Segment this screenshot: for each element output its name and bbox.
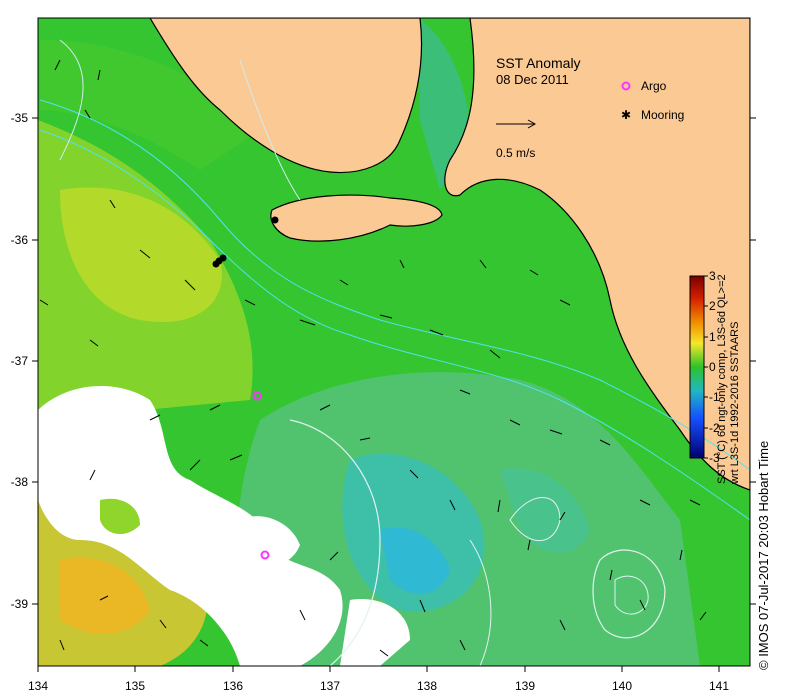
colorbar-tick-label: 2 [709, 299, 716, 313]
y-tick-label: -35 [11, 111, 29, 125]
mooring-marker [215, 257, 223, 265]
y-tick-label: -37 [11, 354, 29, 368]
x-axis: 134 135 136 137 138 139 140 141 [28, 666, 729, 693]
colorbar-title: SST (°C) 6d ngt-only comp, L3S-6d QL>=2 … [716, 244, 742, 484]
y-tick-label: -39 [11, 597, 29, 611]
imos-credit: © IMOS 07-Jul-2017 20:03 Hobart Time [756, 440, 771, 670]
colorbar-tick-label: 3 [709, 269, 716, 283]
map-date: 08 Dec 2011 [496, 72, 569, 87]
colorbar-tick-label: 1 [709, 330, 716, 344]
colorbar [689, 275, 705, 459]
map-title: SST Anomaly [496, 55, 581, 71]
x-tick-label: 135 [125, 679, 145, 693]
y-tick-label: -38 [11, 475, 29, 489]
legend-argo-label: Argo [641, 79, 667, 93]
x-tick-label: 138 [417, 679, 437, 693]
sst-map: 134 135 136 137 138 139 140 141 -35 -36 … [11, 17, 756, 693]
x-tick-label: 139 [515, 679, 535, 693]
x-tick-label: 134 [28, 679, 48, 693]
mooring-marker [271, 216, 279, 224]
legend-mooring-label: Mooring [641, 108, 684, 122]
x-tick-label: 137 [320, 679, 340, 693]
scale-label: 0.5 m/s [496, 146, 535, 160]
colorbar-title-line1: SST (°C) 6d ngt-only comp, L3S-6d QL>=2 [716, 274, 728, 484]
colorbar-tick-label: 0 [709, 360, 716, 374]
x-tick-label: 140 [612, 679, 632, 693]
y-tick-label: -36 [11, 233, 29, 247]
x-tick-label: 141 [709, 679, 729, 693]
x-tick-label: 136 [223, 679, 243, 693]
colorbar-title-line2: wrt L3S-1d 1992-2016 SSTAARS [729, 321, 741, 484]
legend-mooring-symbol: ✱ [621, 108, 631, 122]
